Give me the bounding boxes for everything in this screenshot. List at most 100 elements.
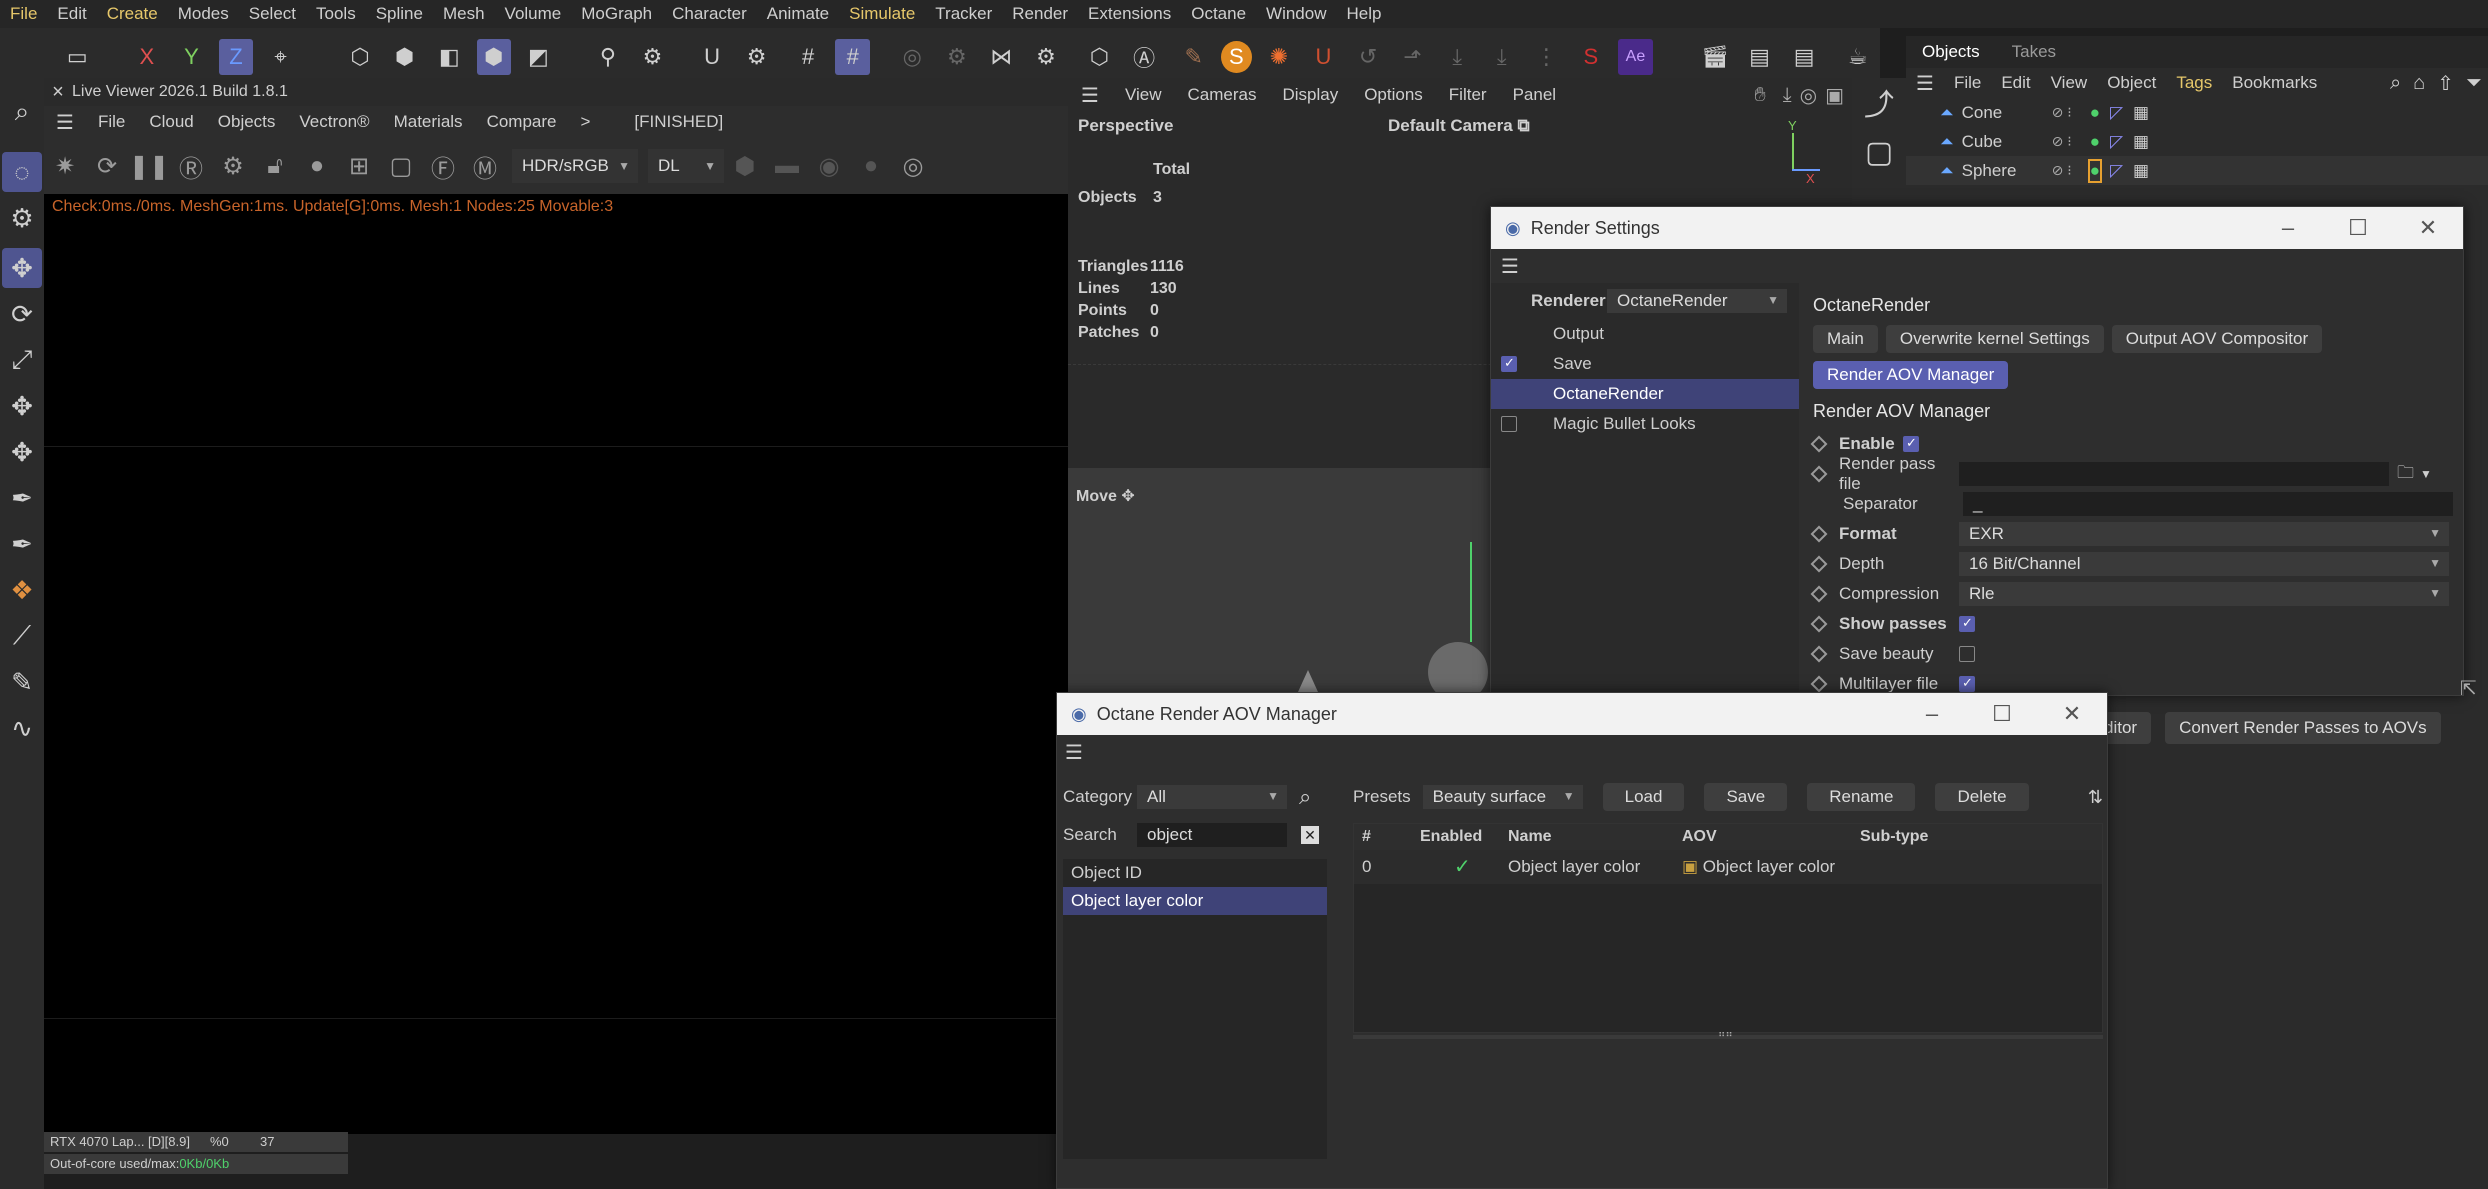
spline-s-icon[interactable]: S [1574, 39, 1609, 75]
menu-select[interactable]: Select [239, 4, 306, 24]
delete-button[interactable]: Delete [1935, 783, 2029, 811]
sort-icon[interactable]: ⇅ [2088, 787, 2103, 808]
teapot-icon[interactable]: ☕︎ [1840, 39, 1875, 75]
col-subtype[interactable]: Sub-type [1854, 824, 2004, 850]
checker-tag-icon[interactable]: ▦ [2133, 161, 2149, 181]
material-picker-icon[interactable]: Ⓜ [467, 148, 503, 184]
coordinate-system-icon[interactable]: ⌖ [263, 39, 298, 75]
grid-icon[interactable]: # [791, 39, 826, 75]
nav-output[interactable]: Output [1491, 319, 1799, 349]
maximize-icon[interactable]: ▣ [1821, 83, 1852, 108]
maximize-icon[interactable]: ☐ [2323, 215, 2393, 241]
menu-simulate[interactable]: Simulate [839, 4, 925, 24]
render-pass-file-input[interactable] [1959, 462, 2389, 486]
col-enabled[interactable]: Enabled [1414, 824, 1502, 850]
col-aov[interactable]: AOV [1676, 824, 1854, 850]
gear-icon[interactable]: ⚙ [635, 39, 670, 75]
nav-save[interactable]: Save [1491, 349, 1799, 379]
show-passes-checkbox[interactable] [1959, 615, 1975, 632]
clear-search-icon[interactable]: ✕ [1301, 826, 1319, 844]
butterfly-settings-icon[interactable]: ⚙ [1029, 39, 1064, 75]
material-tag-icon[interactable]: ● [2090, 103, 2100, 123]
y-axis-handle[interactable] [1470, 542, 1472, 642]
up-icon[interactable]: ⇧ [2431, 71, 2460, 96]
chevron-down-icon[interactable]: ▼ [2420, 467, 2432, 481]
visibility-icon[interactable]: ⊘ ⁝ [2052, 133, 2072, 150]
menu-character[interactable]: Character [662, 4, 757, 24]
tab-output-aov-compositor[interactable]: Output AOV Compositor [2111, 325, 2323, 353]
keyframe-icon[interactable] [1810, 585, 1828, 603]
col-index[interactable]: # [1354, 824, 1414, 850]
circle-icon[interactable]: ● [853, 148, 889, 184]
lv-menu-cloud[interactable]: Cloud [137, 112, 205, 132]
hamburger-icon[interactable]: ☰ [44, 110, 86, 135]
brush-icon[interactable]: ∿ [2, 708, 42, 748]
hamburger-icon[interactable]: ☰ [1068, 83, 1112, 108]
render-canvas[interactable]: Check:0ms./0ms. MeshGen:1ms. Update[G]:0… [44, 194, 1068, 1134]
minimize-icon[interactable]: – [2253, 215, 2323, 241]
settings-gear-icon[interactable]: ⚙ [215, 148, 251, 184]
menu-volume[interactable]: Volume [495, 4, 572, 24]
placement-tool-icon[interactable]: ✥ [2, 432, 42, 472]
hexagon-tool-icon[interactable]: ⬡ [1082, 39, 1117, 75]
tab-takes[interactable]: Takes [1996, 42, 2072, 62]
object-name[interactable]: Cube [1962, 132, 2052, 152]
keyframe-icon[interactable] [1810, 465, 1828, 483]
folder-icon[interactable]: 🗀 [2397, 460, 2414, 489]
pause-icon[interactable]: ❚❚ [129, 148, 169, 184]
move-tool-icon[interactable]: ✥ [2, 248, 42, 288]
lv-menu-more[interactable]: > [568, 112, 602, 132]
lv-menu-materials[interactable]: Materials [382, 112, 475, 132]
camera-icon[interactable]: ◉ [811, 148, 847, 184]
single-view-icon[interactable]: ▢ [1859, 132, 1899, 172]
knife-icon[interactable]: ⟋ [2, 616, 42, 656]
tab-main[interactable]: Main [1813, 325, 1878, 353]
keyframe-icon[interactable] [1810, 615, 1828, 633]
lv-menu-compare[interactable]: Compare [475, 112, 569, 132]
load-button[interactable]: Load [1602, 783, 1685, 811]
spline-pen-icon[interactable]: ✒ [2, 524, 42, 564]
align-icon[interactable]: ⤓ [1484, 39, 1519, 75]
axis-mode-icon[interactable]: ⚲ [591, 39, 626, 75]
sketch-icon[interactable]: ✎ [2, 662, 42, 702]
expand-icon[interactable]: ⇱ [2460, 676, 2477, 701]
keyframe-icon[interactable] [1810, 435, 1828, 453]
butterfly-icon[interactable]: ⋈ [984, 39, 1019, 75]
multilayer-checkbox[interactable] [1959, 675, 1975, 692]
visibility-icon[interactable]: ⊘ ⁝ [2052, 162, 2072, 179]
s-plugin-icon[interactable]: S [1220, 41, 1252, 73]
dolly-icon[interactable]: ⤓ [1779, 84, 1796, 107]
object-row[interactable]: ⏶ Cube ⊘ ⁝ ● ◸ ▦ [1906, 127, 2488, 156]
menu-render[interactable]: Render [1002, 4, 1078, 24]
sphere-icon[interactable]: ● [299, 148, 335, 184]
save-beauty-checkbox[interactable] [1959, 646, 1975, 662]
checker-tag-icon[interactable]: ▦ [2133, 132, 2149, 152]
home-icon[interactable]: ⌂ [2407, 72, 2431, 95]
render-queue-icon[interactable]: ▤ [1787, 39, 1822, 75]
object-row[interactable]: ⏶ Sphere ⊘ ⁝ ● ◸ ▦ [1906, 156, 2488, 185]
object-name[interactable]: Cone [1962, 103, 2052, 123]
viewport-icon[interactable]: ▭ [60, 39, 95, 75]
clapper-icon[interactable]: 🎬︎ [1698, 39, 1733, 75]
aov-list-item[interactable]: Object layer color [1063, 887, 1327, 915]
obj-menu-file[interactable]: File [1944, 73, 1991, 93]
lv-menu-vectron[interactable]: Vectron® [287, 112, 381, 132]
object-row[interactable]: ⏶ Cone ⊘ ⁝ ● ◸ ▦ [1906, 98, 2488, 127]
symmetry-icon[interactable]: ◎ [895, 39, 930, 75]
table-row[interactable]: 0 ✓ Object layer color ▣ Object layer co… [1354, 850, 2102, 884]
x-axis-toggle[interactable]: X [130, 39, 165, 75]
convert-render-passes-button[interactable]: Convert Render Passes to AOVs [2165, 712, 2441, 744]
save-button[interactable]: Save [1704, 783, 1788, 811]
hamburger-icon[interactable]: ☰ [1906, 71, 1944, 96]
cone-object[interactable] [1298, 670, 1318, 692]
menu-edit[interactable]: Edit [47, 4, 96, 24]
render-view-icon[interactable]: ▤ [1742, 39, 1777, 75]
tab-render-aov-manager[interactable]: Render AOV Manager [1813, 361, 2009, 389]
keyframe-icon[interactable] [1810, 675, 1828, 693]
menu-tracker[interactable]: Tracker [925, 4, 1002, 24]
snap-settings-icon[interactable]: ⚙ [739, 39, 774, 75]
after-effects-icon[interactable]: Ae [1618, 39, 1653, 75]
presets-select[interactable]: Beauty surface ▼ [1422, 785, 1583, 809]
compression-select[interactable]: Rle ▼ [1959, 582, 2449, 606]
separator-input[interactable]: _ [1963, 492, 2453, 516]
